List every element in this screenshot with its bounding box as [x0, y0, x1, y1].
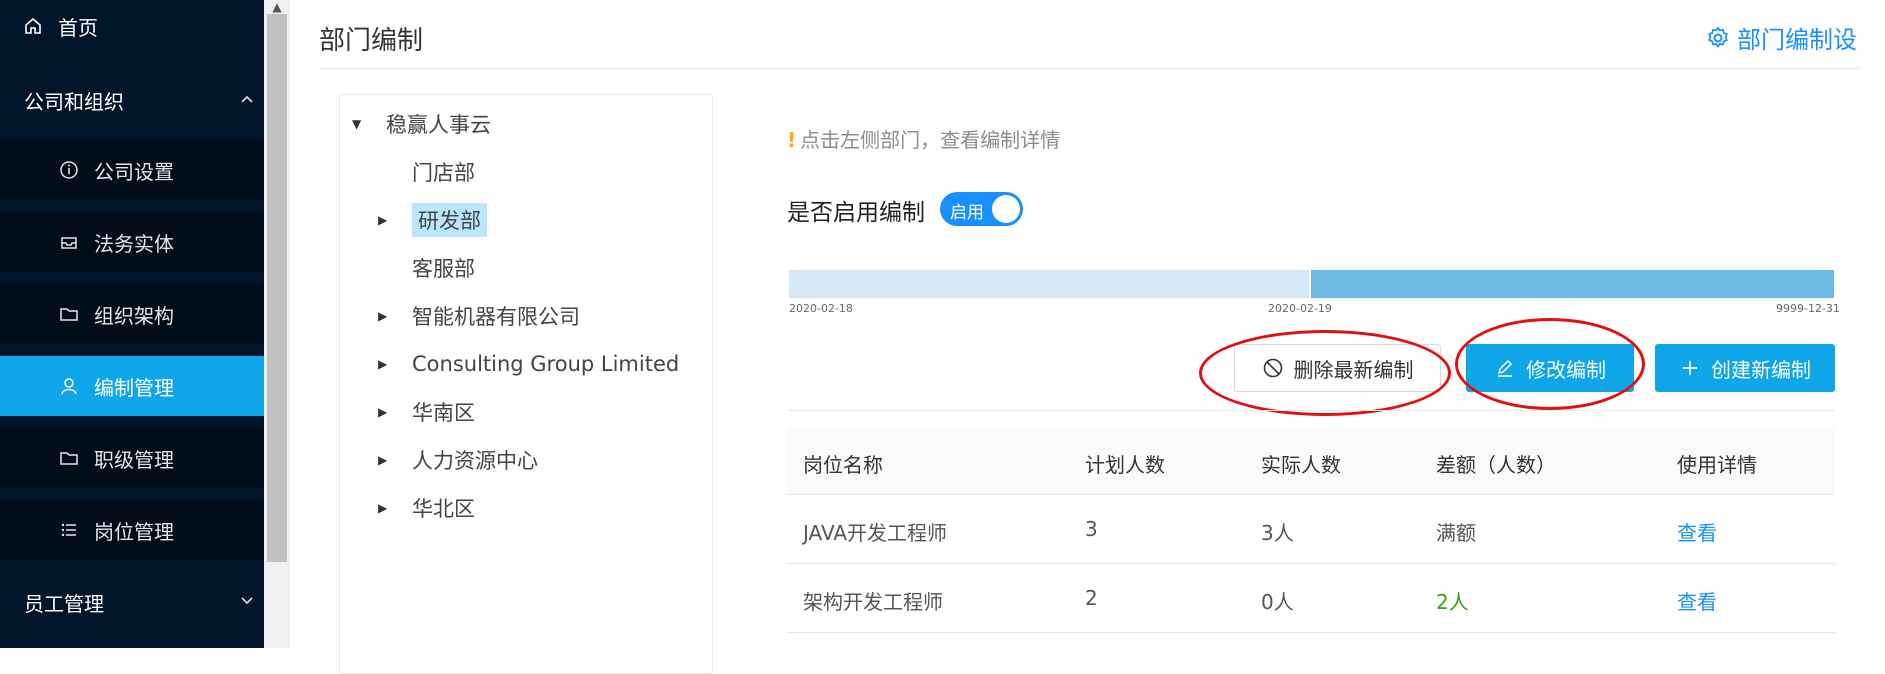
headcount-timeline — [789, 270, 1834, 298]
home-icon — [22, 15, 44, 37]
planned-count: 2 — [1085, 586, 1098, 610]
enable-headcount-switch[interactable]: 启用 — [940, 192, 1023, 226]
enable-headcount-label: 是否启用编制 — [787, 200, 925, 226]
sidebar-scrollbar[interactable]: ▲ — [264, 0, 290, 648]
caret-right-icon[interactable]: ▶ — [378, 405, 387, 419]
actual-count: 0人 — [1261, 590, 1294, 614]
column-header: 差额（人数） — [1436, 453, 1556, 477]
caret-right-icon[interactable]: ▶ — [378, 501, 387, 515]
sidebar-item-label: 组织架构 — [94, 303, 174, 328]
tree-node[interactable]: ▶ Consulting Group Limited — [378, 347, 679, 381]
planned-count: 3 — [1085, 517, 1098, 541]
user-icon — [58, 375, 80, 397]
tree-node-root[interactable]: ▼ 稳赢人事云 — [352, 107, 491, 141]
sidebar-group-company[interactable]: 公司和组织 — [0, 70, 264, 130]
folder-icon — [58, 303, 80, 325]
sidebar-item-home[interactable]: 首页 — [0, 0, 264, 56]
tree-node-selected[interactable]: ▶ 研发部 — [378, 203, 487, 237]
sidebar-item-position[interactable]: 岗位管理 — [0, 500, 264, 560]
caret-right-icon[interactable]: ▶ — [378, 453, 387, 467]
sidebar-item-company-settings[interactable]: 公司设置 — [0, 140, 264, 200]
sidebar-item-headcount[interactable]: 编制管理 — [0, 356, 264, 416]
column-header: 实际人数 — [1261, 453, 1341, 477]
sidebar-item-rank[interactable]: 职级管理 — [0, 428, 264, 488]
column-header: 使用详情 — [1677, 453, 1757, 477]
sidebar-group-employee[interactable]: 员工管理 — [0, 572, 264, 632]
timeline-segment-past[interactable] — [789, 270, 1309, 298]
sidebar-group-label: 员工管理 — [24, 591, 104, 616]
view-detail-link[interactable]: 查看 — [1677, 517, 1717, 546]
timeline-end-date: 9999-12-31 — [1776, 302, 1840, 315]
tree-node[interactable]: 客服部 — [412, 251, 475, 285]
exclamation-icon: ! — [787, 128, 797, 152]
tree-node[interactable]: ▶ 人力资源中心 — [378, 443, 538, 477]
header-divider — [319, 68, 1859, 69]
page-title: 部门编制 — [319, 26, 424, 56]
switch-text: 启用 — [950, 203, 984, 223]
annotation-ellipse-delete — [1199, 330, 1451, 416]
diff-count: 满额 — [1436, 521, 1476, 545]
annotation-ellipse-edit — [1455, 318, 1645, 410]
tree-node[interactable]: ▶ 华南区 — [378, 395, 475, 429]
table-row: JAVA开发工程师 3 3人 满额 查看 — [787, 495, 1835, 564]
sidebar: 首页 公司和组织 公司设置 法务实体 组织架构 编制管理 职级管理 岗位管理 员… — [0, 0, 264, 648]
caret-right-icon[interactable]: ▶ — [378, 213, 387, 227]
sidebar-item-label: 编制管理 — [94, 375, 174, 400]
column-header: 计划人数 — [1085, 453, 1165, 477]
caret-right-icon[interactable]: ▶ — [378, 357, 387, 371]
sidebar-item-org-structure[interactable]: 组织架构 — [0, 284, 264, 344]
sidebar-item-label: 岗位管理 — [94, 519, 174, 544]
caret-down-icon[interactable]: ▼ — [352, 117, 361, 131]
sidebar-group-label: 公司和组织 — [24, 89, 124, 114]
dept-headcount-settings-link[interactable]: 部门编制设 — [1705, 20, 1857, 55]
gear-icon — [1705, 25, 1731, 51]
column-header: 岗位名称 — [803, 453, 883, 477]
position-name: 架构开发工程师 — [803, 590, 943, 614]
position-name: JAVA开发工程师 — [803, 521, 948, 545]
chevron-up-icon — [240, 92, 254, 108]
diff-count: 2人 — [1436, 590, 1469, 614]
table-row: 架构开发工程师 2 0人 2人 查看 — [787, 564, 1835, 633]
hint-text: ! 点击左侧部门，查看编制详情 — [787, 128, 1061, 152]
info-circle-icon — [58, 159, 80, 181]
view-detail-link[interactable]: 查看 — [1677, 586, 1717, 615]
create-headcount-button[interactable]: 创建新编制 — [1655, 344, 1835, 392]
list-icon — [58, 519, 80, 541]
table-top-divider — [787, 410, 1835, 411]
sidebar-item-label: 职级管理 — [94, 447, 174, 472]
caret-right-icon[interactable]: ▶ — [378, 309, 387, 323]
tree-node[interactable]: 门店部 — [412, 155, 475, 189]
table-header: 岗位名称 计划人数 实际人数 差额（人数） 使用详情 — [787, 427, 1835, 495]
sidebar-item-label: 法务实体 — [94, 231, 174, 256]
plus-icon — [1679, 357, 1701, 379]
timeline-start-date: 2020-02-18 — [789, 302, 853, 315]
timeline-segment-current[interactable] — [1311, 270, 1834, 298]
chevron-down-icon — [240, 594, 254, 610]
scroll-up-arrow-icon[interactable]: ▲ — [264, 0, 290, 14]
sidebar-item-legal-entity[interactable]: 法务实体 — [0, 212, 264, 272]
sidebar-item-label: 首页 — [58, 15, 98, 40]
switch-knob — [992, 195, 1020, 223]
tree-node[interactable]: ▶ 智能机器有限公司 — [378, 299, 580, 333]
settings-link-label: 部门编制设 — [1737, 26, 1857, 54]
inbox-icon — [58, 231, 80, 253]
folder-icon — [58, 447, 80, 469]
tree-node[interactable]: ▶ 华北区 — [378, 491, 475, 525]
actual-count: 3人 — [1261, 521, 1294, 545]
sidebar-item-label: 公司设置 — [94, 159, 174, 184]
department-tree-panel: ▼ 稳赢人事云 门店部 ▶ 研发部 客服部 ▶ 智能机器有限公司 ▶ Consu… — [339, 94, 713, 674]
timeline-mid-date: 2020-02-19 — [1268, 302, 1332, 315]
scrollbar-thumb[interactable] — [267, 14, 287, 562]
